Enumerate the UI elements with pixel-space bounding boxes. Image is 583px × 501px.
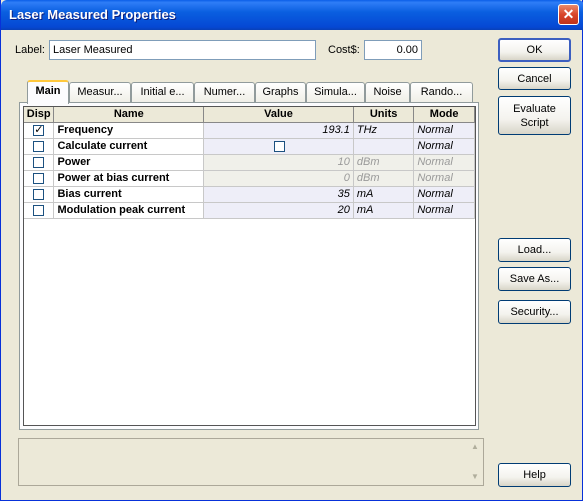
- label-caption: Label:: [15, 44, 45, 56]
- description-scrollbar[interactable]: ▲ ▼: [468, 440, 482, 484]
- save-as-button[interactable]: Save As...: [498, 267, 571, 291]
- value-checkbox-cell[interactable]: [203, 138, 354, 155]
- main-tab-panel: Disp Name Value Units Mode Frequency193.…: [19, 102, 479, 430]
- value-cell[interactable]: 10: [203, 154, 354, 171]
- mode-cell[interactable]: Normal: [413, 122, 475, 139]
- window-title: Laser Measured Properties: [9, 7, 176, 22]
- tab-measured[interactable]: Measur...: [69, 82, 131, 102]
- mode-cell[interactable]: Normal: [413, 170, 475, 187]
- label-input[interactable]: Laser Measured: [49, 40, 316, 60]
- tab-main[interactable]: Main: [27, 80, 69, 104]
- name-cell: Power at bias current: [53, 170, 205, 187]
- table-row[interactable]: Power 10 dBm Normal: [24, 154, 475, 171]
- column-header-disp[interactable]: Disp: [24, 107, 55, 123]
- table-row[interactable]: Frequency193.1THzNormal: [24, 122, 475, 139]
- column-header-name[interactable]: Name: [53, 107, 205, 123]
- calculate-current-checkbox[interactable]: [274, 140, 286, 152]
- evaluate-script-button[interactable]: Evaluate Script: [498, 96, 571, 135]
- disp-cell[interactable]: [24, 138, 55, 155]
- ok-button[interactable]: OK: [498, 38, 571, 62]
- tab-noise[interactable]: Noise: [365, 82, 410, 102]
- parameters-grid: Disp Name Value Units Mode Frequency193.…: [23, 106, 476, 426]
- display-checkbox[interactable]: [33, 188, 45, 200]
- name-cell: Bias current: [53, 186, 205, 203]
- table-row[interactable]: Power at bias current 0 dBm Normal: [24, 170, 475, 187]
- column-header-mode[interactable]: Mode: [413, 107, 475, 123]
- table-header-row: Disp Name Value Units Mode: [24, 107, 475, 123]
- help-button[interactable]: Help: [498, 463, 571, 487]
- display-checkbox[interactable]: [33, 140, 45, 152]
- units-cell: dBm: [353, 170, 415, 187]
- name-cell: Frequency: [53, 122, 205, 139]
- disp-cell[interactable]: [24, 122, 55, 139]
- cost-input[interactable]: 0.00: [364, 40, 422, 60]
- value-cell[interactable]: 20: [203, 202, 354, 219]
- units-cell: THz: [353, 122, 415, 139]
- disp-cell[interactable]: [24, 170, 55, 187]
- parameters-table: Disp Name Value Units Mode Frequency193.…: [24, 107, 475, 219]
- description-area: ▲ ▼: [18, 438, 484, 486]
- name-cell: Modulation peak current: [53, 202, 205, 219]
- title-bar[interactable]: Laser Measured Properties ✕: [1, 0, 583, 30]
- table-row[interactable]: Bias current 35 mA Normal: [24, 186, 475, 203]
- tab-graphs[interactable]: Graphs: [255, 82, 306, 102]
- tab-numerical[interactable]: Numer...: [194, 82, 255, 102]
- table-row[interactable]: Calculate current Normal: [24, 138, 475, 155]
- units-cell: dBm: [353, 154, 415, 171]
- security-button[interactable]: Security...: [498, 300, 571, 324]
- display-checkbox[interactable]: [33, 123, 45, 136]
- display-checkbox[interactable]: [33, 172, 45, 184]
- display-checkbox[interactable]: [33, 204, 45, 216]
- value-cell[interactable]: 35: [203, 186, 354, 203]
- mode-cell[interactable]: Normal: [413, 154, 475, 171]
- cost-caption: Cost$:: [328, 44, 360, 56]
- units-cell: mA: [353, 202, 415, 219]
- scroll-down-icon[interactable]: ▼: [468, 470, 482, 484]
- tab-simulation[interactable]: Simula...: [306, 82, 365, 102]
- mode-cell[interactable]: Normal: [413, 202, 475, 219]
- units-cell: mA: [353, 186, 415, 203]
- mode-cell[interactable]: Normal: [413, 186, 475, 203]
- units-cell: [353, 138, 415, 155]
- name-cell: Calculate current: [53, 138, 205, 155]
- disp-cell[interactable]: [24, 202, 55, 219]
- mode-cell[interactable]: Normal: [413, 138, 475, 155]
- display-checkbox[interactable]: [33, 156, 45, 168]
- properties-dialog: Laser Measured Properties ✕ Label: Laser…: [0, 0, 583, 501]
- tab-random[interactable]: Rando...: [410, 82, 473, 102]
- load-button[interactable]: Load...: [498, 238, 571, 262]
- close-icon[interactable]: ✕: [558, 4, 579, 25]
- cancel-button[interactable]: Cancel: [498, 67, 571, 90]
- disp-cell[interactable]: [24, 154, 55, 171]
- tab-initial-estimates[interactable]: Initial e...: [131, 82, 194, 102]
- disp-cell[interactable]: [24, 186, 55, 203]
- column-header-value[interactable]: Value: [203, 107, 354, 123]
- name-cell: Power: [53, 154, 205, 171]
- value-cell[interactable]: 193.1: [203, 122, 354, 139]
- scroll-up-icon[interactable]: ▲: [468, 440, 482, 454]
- value-cell[interactable]: 0: [203, 170, 354, 187]
- table-row[interactable]: Modulation peak current 20 mA Normal: [24, 202, 475, 219]
- column-header-units[interactable]: Units: [353, 107, 415, 123]
